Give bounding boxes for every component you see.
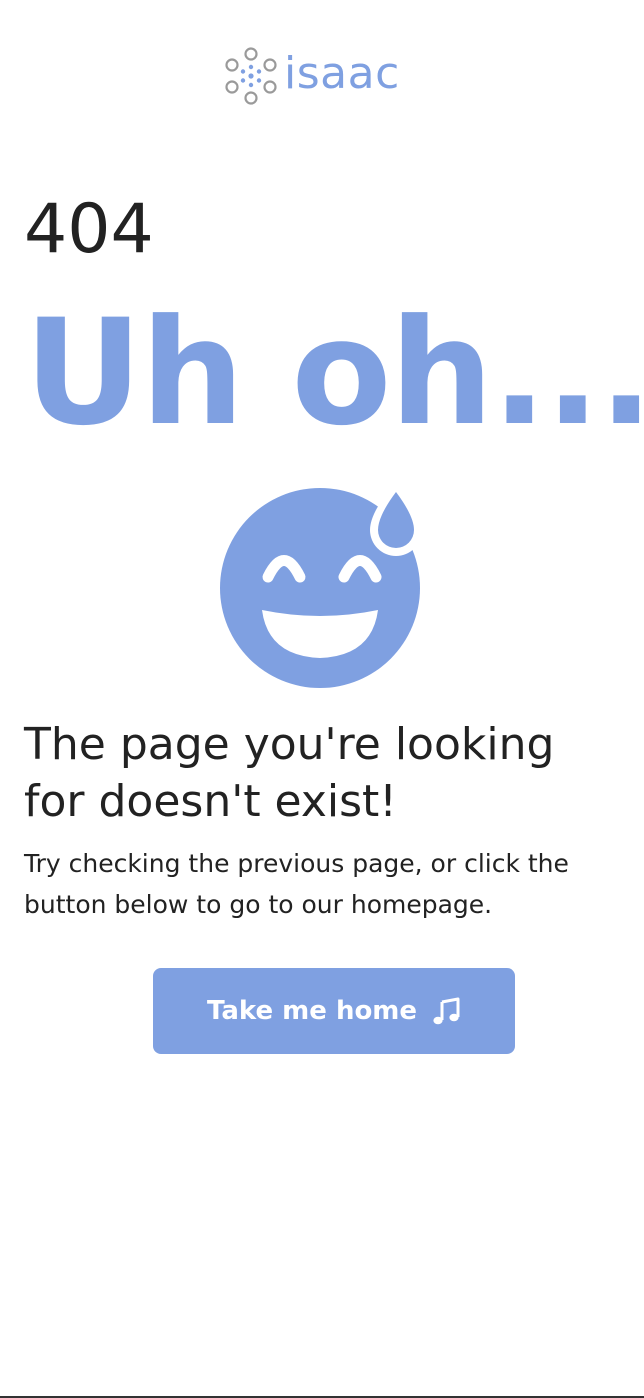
error-page: isaac 404 Uh oh... The page you're looki… bbox=[0, 0, 644, 1398]
music-note-icon bbox=[433, 997, 460, 1025]
dots-cluster-icon bbox=[225, 47, 277, 105]
grinning-face-with-sweat-icon bbox=[216, 480, 428, 692]
error-code: 404 bbox=[24, 190, 154, 269]
logo-text: isaac bbox=[284, 48, 400, 99]
error-description: Try checking the previous page, or click… bbox=[24, 849, 569, 919]
home-button-label: Take me home bbox=[206, 996, 418, 1026]
error-title: The page you're looking for doesn't exis… bbox=[24, 719, 555, 827]
site-logo[interactable]: isaac bbox=[224, 44, 400, 108]
error-headline: Uh oh... bbox=[24, 288, 644, 458]
take-me-home-button[interactable]: Take me home bbox=[153, 968, 515, 1054]
